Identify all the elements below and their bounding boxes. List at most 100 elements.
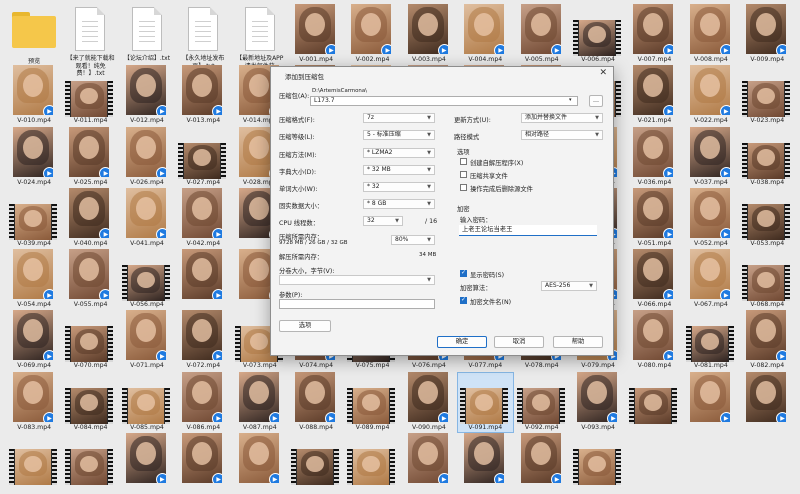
video-item[interactable]: V-089.mp4 <box>344 372 400 433</box>
video-item[interactable]: ▶ V-054.mp4 <box>6 249 62 310</box>
browse-button[interactable]: ... <box>589 95 603 107</box>
video-item[interactable]: ▶ V-067.mp4 <box>683 249 739 310</box>
format-select[interactable]: 7z ▼ <box>363 113 435 123</box>
video-item[interactable] <box>6 433 62 494</box>
video-item[interactable] <box>570 433 626 494</box>
video-item[interactable]: V-006.mp4 <box>570 4 626 65</box>
shared-checkbox[interactable] <box>460 171 467 178</box>
video-item[interactable]: ▶ V-010.mp4 <box>6 65 62 126</box>
video-item[interactable]: ▶ V-036.mp4 <box>626 126 682 188</box>
video-item[interactable]: ▶ V-066.mp4 <box>626 249 682 310</box>
level-select[interactable]: 5 - 标准压缩 ▼ <box>363 130 435 140</box>
chevron-down-icon[interactable]: ▾ <box>569 97 572 103</box>
video-item[interactable]: ▶ V-088.mp4 <box>288 371 344 433</box>
password-input[interactable]: 上老王论坛当老王 <box>459 225 597 236</box>
update-select[interactable]: 添加并替换文件 ▼ <box>521 113 603 123</box>
video-item[interactable]: ▶ <box>514 433 570 494</box>
video-item[interactable]: ▶ V-082.mp4 <box>739 310 795 371</box>
video-item[interactable]: ▶ <box>119 433 175 494</box>
document-item[interactable]: 【来了就能下载和观看！纯免费！】.txt <box>62 4 118 77</box>
document-item[interactable]: 【永久地址发布页】.txt <box>175 4 231 70</box>
options-button[interactable]: 选项 <box>279 320 331 332</box>
video-item[interactable]: V-027.mp4 <box>175 127 231 188</box>
video-item[interactable]: ▶ <box>457 433 513 494</box>
encrypt-names-checkbox[interactable] <box>460 296 467 304</box>
video-item[interactable]: V-056.mp4 <box>119 249 175 310</box>
video-item[interactable]: ▶ V-025.mp4 <box>62 126 118 188</box>
video-item[interactable]: ▶ V-087.mp4 <box>232 371 288 433</box>
close-icon[interactable]: ✕ <box>599 68 607 78</box>
video-item[interactable]: ▶ V-007.mp4 <box>626 4 682 65</box>
video-item[interactable]: ▶ V-042.mp4 <box>175 187 231 249</box>
video-item[interactable]: ▶ <box>683 371 739 433</box>
video-item[interactable]: ▶ V-055.mp4 <box>62 249 118 310</box>
video-item[interactable]: V-081.mp4 <box>683 310 739 371</box>
video-item[interactable]: ▶ V-022.mp4 <box>683 65 739 126</box>
video-item[interactable]: V-039.mp4 <box>6 188 62 249</box>
video-item[interactable]: V-084.mp4 <box>62 372 118 433</box>
video-item[interactable]: ▶ V-001.mp4 <box>288 4 344 65</box>
video-item[interactable]: ▶ V-051.mp4 <box>626 187 682 249</box>
video-item[interactable]: ▶ <box>175 249 231 310</box>
video-item[interactable]: ▶ V-083.mp4 <box>6 371 62 433</box>
video-item[interactable]: V-053.mp4 <box>739 188 795 249</box>
ok-button[interactable]: 确定 <box>437 336 487 348</box>
video-item[interactable]: ▶ V-026.mp4 <box>119 126 175 188</box>
video-item[interactable]: V-085.mp4 <box>119 372 175 433</box>
cancel-button[interactable]: 取消 <box>494 336 544 348</box>
video-item[interactable]: ▶ V-021.mp4 <box>626 65 682 126</box>
show-password-checkbox[interactable] <box>460 269 467 277</box>
video-item[interactable]: ▶ V-012.mp4 <box>119 65 175 126</box>
video-item[interactable]: ▶ V-003.mp4 <box>401 4 457 65</box>
video-item[interactable]: V-070.mp4 <box>62 310 118 371</box>
split-select[interactable]: ▼ <box>279 275 435 285</box>
mem-pct-select[interactable]: 80% ▼ <box>391 235 435 245</box>
video-item[interactable] <box>62 433 118 494</box>
video-item[interactable]: ▶ V-093.mp4 <box>570 371 626 433</box>
video-item[interactable]: ▶ V-008.mp4 <box>683 4 739 65</box>
video-item[interactable]: ▶ V-009.mp4 <box>739 4 795 65</box>
video-item[interactable]: V-091.mp4 <box>457 371 514 434</box>
dict-select[interactable]: * 32 MB ▼ <box>363 165 435 175</box>
sfx-checkbox[interactable] <box>460 158 467 165</box>
enc-method-select[interactable]: AES-256 ▼ <box>541 281 597 291</box>
solid-select[interactable]: * 8 GB ▼ <box>363 199 435 209</box>
archive-name-input[interactable]: L173.7 <box>310 96 578 106</box>
video-item[interactable]: ▶ V-040.mp4 <box>62 187 118 249</box>
threads-select[interactable]: 32 ▼ <box>363 216 403 226</box>
video-item[interactable]: ▶ V-090.mp4 <box>401 371 457 433</box>
video-item[interactable]: ▶ <box>401 433 457 494</box>
video-item[interactable]: ▶ V-052.mp4 <box>683 187 739 249</box>
video-item[interactable]: V-068.mp4 <box>739 249 795 310</box>
video-item[interactable]: ▶ V-080.mp4 <box>626 310 682 371</box>
video-item[interactable] <box>288 433 344 494</box>
video-item[interactable]: ▶ V-069.mp4 <box>6 310 62 371</box>
video-item[interactable]: ▶ V-005.mp4 <box>514 4 570 65</box>
video-item[interactable]: ▶ V-086.mp4 <box>175 371 231 433</box>
document-item[interactable]: 【论坛介绍】.txt <box>119 4 175 65</box>
video-item[interactable] <box>626 372 682 433</box>
path-select[interactable]: 相对路径 ▼ <box>521 130 603 140</box>
help-button[interactable]: 帮助 <box>553 336 603 348</box>
video-item[interactable]: ▶ V-072.mp4 <box>175 310 231 371</box>
video-item[interactable]: ▶ V-013.mp4 <box>175 65 231 126</box>
video-item[interactable]: V-038.mp4 <box>739 127 795 188</box>
delete-checkbox[interactable] <box>460 184 467 191</box>
params-input[interactable] <box>279 299 435 309</box>
video-item[interactable]: ▶ V-002.mp4 <box>344 4 400 65</box>
folder-item[interactable]: 预览 <box>6 4 62 65</box>
video-item[interactable]: ▶ V-037.mp4 <box>683 126 739 188</box>
video-item[interactable]: ▶ V-024.mp4 <box>6 126 62 188</box>
method-select[interactable]: * LZMA2 ▼ <box>363 148 435 158</box>
video-item[interactable]: ▶ <box>739 371 795 433</box>
video-item[interactable]: ▶ <box>175 433 231 494</box>
document-item[interactable]: 【最新地址及APP请发邮件获取！！！】 <box>232 4 288 77</box>
video-item[interactable]: ▶ V-071.mp4 <box>119 310 175 371</box>
video-item[interactable] <box>344 433 400 494</box>
word-select[interactable]: * 32 ▼ <box>363 182 435 192</box>
video-item[interactable]: V-092.mp4 <box>514 372 570 433</box>
video-item[interactable]: V-023.mp4 <box>739 65 795 126</box>
video-item[interactable]: ▶ V-041.mp4 <box>119 187 175 249</box>
video-item[interactable]: V-011.mp4 <box>62 65 118 126</box>
video-item[interactable]: ▶ V-004.mp4 <box>457 4 513 65</box>
